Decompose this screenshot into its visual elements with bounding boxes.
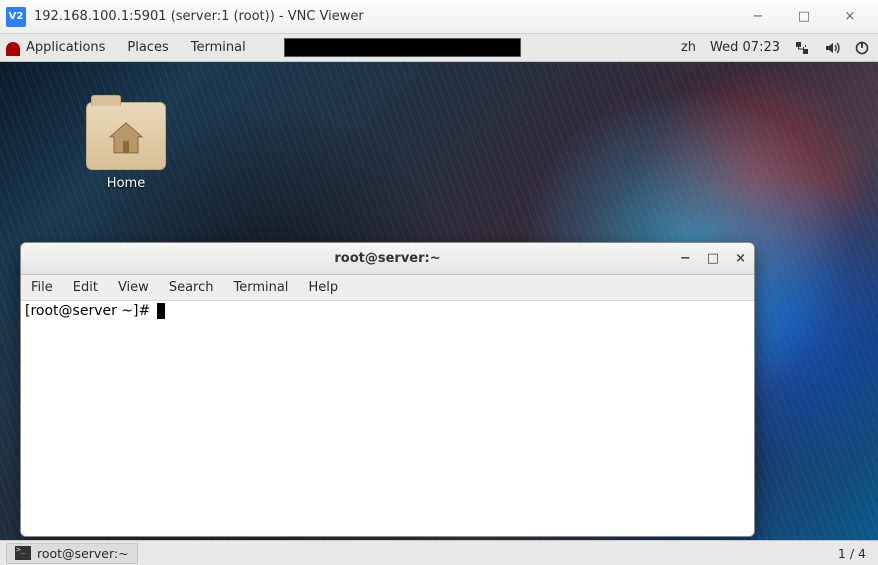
terminal-minimize-button[interactable]: − [680, 251, 691, 266]
terminal-close-button[interactable]: × [735, 251, 746, 266]
terminal-menu-terminal[interactable]: Terminal [233, 280, 288, 295]
terminal-menubar: File Edit View Search Terminal Help [21, 275, 754, 301]
redhat-logo-icon [6, 42, 20, 56]
gnome-top-bar: Applications Places Terminal zh Wed 07:2… [0, 34, 878, 62]
workspace-indicator[interactable]: 1 / 4 [832, 546, 872, 561]
desktop[interactable]: Home root@server:~ − □ × File Edit View … [0, 62, 878, 540]
terminal-menu-view[interactable]: View [118, 280, 149, 295]
menu-applications[interactable]: Applications [26, 40, 105, 55]
menu-terminal[interactable]: Terminal [191, 40, 246, 55]
ime-indicator[interactable]: zh [681, 40, 696, 55]
volume-icon[interactable] [824, 40, 840, 56]
top-search-box[interactable] [284, 38, 521, 57]
terminal-body[interactable]: [root@server ~]# [21, 301, 754, 536]
vnc-titlebar: V2 192.168.100.1:5901 (server:1 (root)) … [0, 0, 878, 34]
house-icon [106, 121, 146, 157]
vnc-minimize-button[interactable]: − [744, 9, 772, 24]
vnc-logo-icon: V2 [6, 7, 26, 27]
terminal-cursor [157, 303, 165, 319]
menu-places[interactable]: Places [127, 40, 168, 55]
power-icon[interactable] [854, 40, 870, 56]
terminal-maximize-button[interactable]: □ [707, 251, 719, 266]
vnc-maximize-button[interactable]: □ [790, 9, 818, 24]
terminal-prompt: [root@server ~]# [25, 303, 155, 319]
terminal-window: root@server:~ − □ × File Edit View Searc… [20, 242, 755, 537]
taskbar-item-terminal[interactable]: root@server:~ [6, 543, 138, 564]
desktop-home-folder[interactable]: Home [86, 102, 166, 191]
terminal-menu-search[interactable]: Search [169, 280, 214, 295]
network-icon[interactable] [794, 40, 810, 56]
terminal-menu-help[interactable]: Help [308, 280, 338, 295]
terminal-title: root@server:~ [334, 251, 440, 266]
terminal-icon [15, 546, 31, 560]
bottom-taskbar: root@server:~ 1 / 4 [0, 540, 878, 565]
vnc-close-button[interactable]: × [836, 9, 864, 24]
clock[interactable]: Wed 07:23 [710, 40, 780, 55]
terminal-menu-edit[interactable]: Edit [73, 280, 98, 295]
taskbar-item-label: root@server:~ [37, 546, 129, 561]
desktop-home-label: Home [86, 176, 166, 191]
terminal-menu-file[interactable]: File [31, 280, 53, 295]
folder-icon [86, 102, 166, 170]
vnc-window-title: 192.168.100.1:5901 (server:1 (root)) - V… [34, 9, 744, 24]
terminal-titlebar[interactable]: root@server:~ − □ × [21, 243, 754, 275]
